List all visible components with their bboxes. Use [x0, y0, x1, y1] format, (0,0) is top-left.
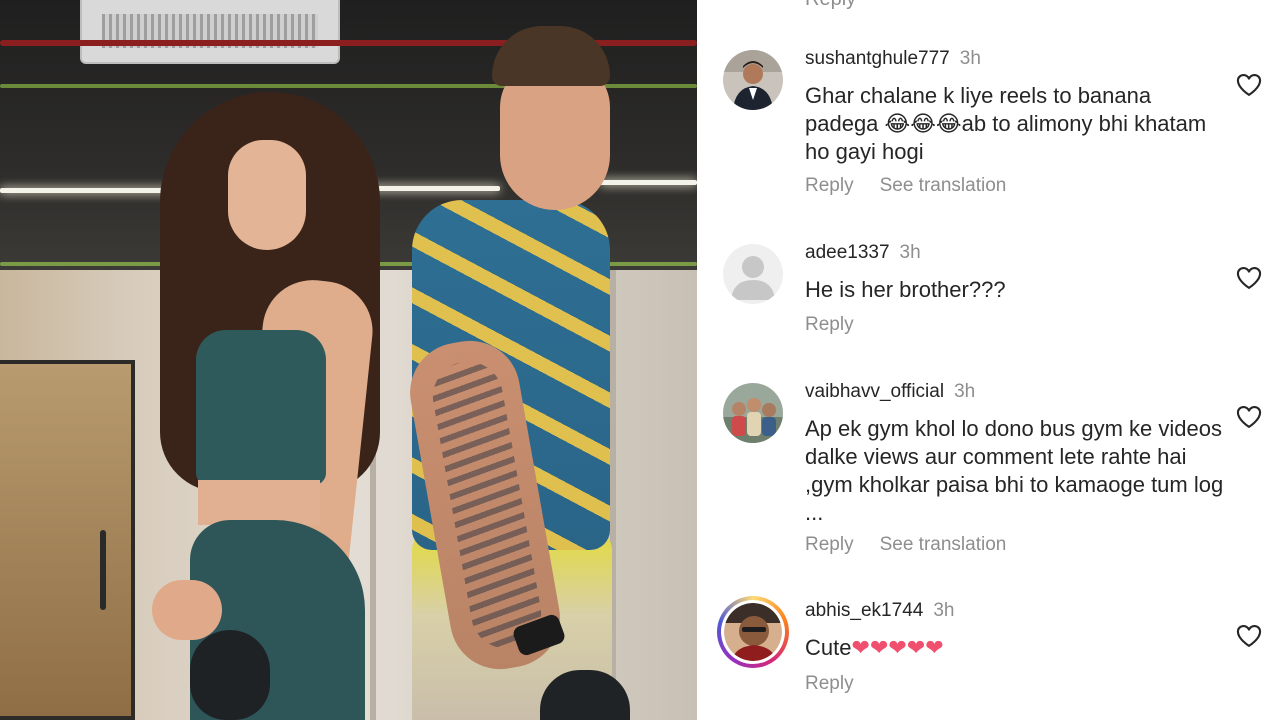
heart-outline-icon[interactable]	[1235, 264, 1263, 292]
air-conditioner	[80, 0, 340, 64]
timestamp: 3h	[959, 48, 981, 69]
comment-meta: vaibhavv_official 3h	[805, 380, 975, 404]
glass-door	[0, 360, 135, 720]
username[interactable]: adee1337	[805, 242, 890, 263]
ceiling-light	[360, 186, 500, 191]
comment-actions: Reply See translation	[805, 534, 1032, 556]
user-avatar[interactable]	[723, 383, 783, 443]
comment-meta: adee1337 3h	[805, 241, 921, 265]
see-translation-button[interactable]: See translation	[880, 534, 1007, 556]
username[interactable]: abhis_ek1744	[805, 600, 923, 621]
comment-actions: Reply	[805, 314, 880, 336]
comment-actions: Reply	[805, 673, 880, 695]
heart-outline-icon[interactable]	[1235, 622, 1263, 650]
timestamp: 3h	[899, 242, 921, 263]
comment-text: Ap ek gym khol lo dono bus gym ke videos…	[805, 416, 1224, 525]
user-avatar[interactable]	[723, 50, 783, 110]
comment-text-value: Cute❤❤❤❤❤	[805, 635, 944, 661]
ceiling-light	[600, 180, 697, 185]
timestamp: 3h	[954, 381, 976, 402]
kettlebell	[190, 630, 270, 720]
woman-hand	[152, 580, 222, 640]
heart-outline-icon[interactable]	[1235, 71, 1263, 99]
reply-button[interactable]: Reply	[805, 175, 854, 197]
user-avatar[interactable]	[723, 244, 783, 304]
group-photo-avatar-icon	[723, 383, 783, 443]
reply-button[interactable]: Reply	[805, 534, 854, 556]
comment-meta: abhis_ek1744 3h	[805, 599, 954, 623]
comments-panel[interactable]: Reply sushantghule777 3h Ghar chalane k l…	[697, 0, 1280, 720]
woman-face	[228, 140, 306, 250]
see-translation-button[interactable]: See translation	[880, 175, 1007, 197]
reply-button[interactable]: Reply	[805, 673, 854, 695]
post-photo[interactable]	[0, 0, 697, 720]
heart-outline-icon[interactable]	[1235, 403, 1263, 431]
comment-text: Cute❤❤❤❤❤	[805, 634, 1225, 663]
woman-midriff	[198, 480, 320, 525]
comment-text: Ghar chalane k liye reels to banana pade…	[805, 83, 1207, 164]
story-ring[interactable]	[717, 596, 789, 668]
door-handle	[100, 530, 106, 610]
comment-text: He is her brother???	[805, 277, 1006, 302]
username[interactable]: vaibhavv_official	[805, 381, 944, 402]
username[interactable]: sushantghule777	[805, 48, 950, 69]
woman-sports-top	[196, 330, 326, 485]
comment-actions: Reply See translation	[805, 175, 1032, 197]
comment-meta: sushantghule777 3h	[805, 47, 981, 71]
previous-reply-link[interactable]: Reply	[805, 0, 856, 11]
man-in-suit-avatar-icon	[723, 50, 783, 110]
story-ring-avatar-icon	[724, 603, 782, 661]
timestamp: 3h	[933, 600, 955, 621]
default-user-avatar-icon	[723, 244, 783, 304]
reply-button[interactable]: Reply	[805, 314, 854, 336]
